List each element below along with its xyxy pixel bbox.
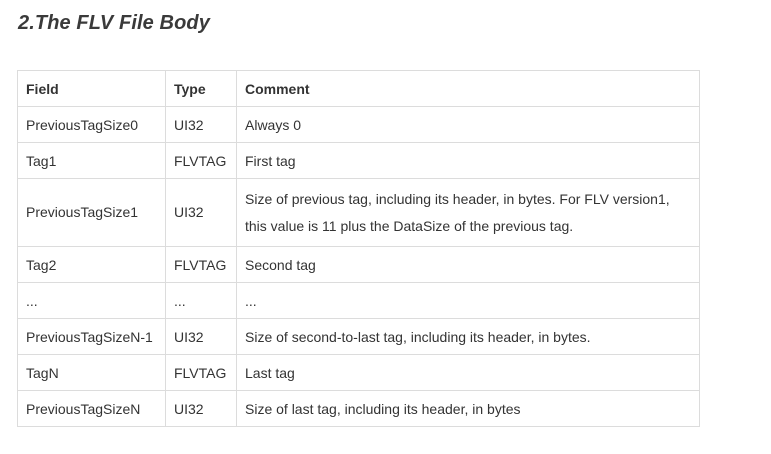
table-row: TagN FLVTAG Last tag [17, 354, 700, 391]
table-row: ... ... ... [17, 282, 700, 319]
type-cell: ... [165, 282, 237, 319]
field-cell: PreviousTagSizeN-1 [17, 318, 166, 355]
column-header-field: Field [17, 70, 166, 107]
type-cell: UI32 [165, 178, 237, 247]
comment-cell: Always 0 [236, 106, 700, 143]
comment-cell: Size of last tag, including its header, … [236, 390, 700, 427]
type-cell: FLVTAG [165, 354, 237, 391]
flv-body-table: Field Type Comment PreviousTagSize0 UI32… [17, 70, 700, 427]
table-row: PreviousTagSizeN UI32 Size of last tag, … [17, 390, 700, 427]
comment-cell: Size of second-to-last tag, including it… [236, 318, 700, 355]
comment-cell: Size of previous tag, including its head… [236, 178, 700, 247]
table-row: PreviousTagSizeN-1 UI32 Size of second-t… [17, 318, 700, 355]
comment-cell: ... [236, 282, 700, 319]
field-cell: PreviousTagSize0 [17, 106, 166, 143]
field-cell: ... [17, 282, 166, 319]
comment-cell: First tag [236, 142, 700, 179]
comment-cell: Last tag [236, 354, 700, 391]
field-cell: PreviousTagSize1 [17, 178, 166, 247]
type-cell: UI32 [165, 318, 237, 355]
table-row: Tag2 FLVTAG Second tag [17, 246, 700, 283]
section-title: 2.The FLV File Body [18, 12, 210, 34]
table-header-row: Field Type Comment [17, 70, 700, 107]
table-row: PreviousTagSize0 UI32 Always 0 [17, 106, 700, 143]
column-header-type: Type [165, 70, 237, 107]
table-row: PreviousTagSize1 UI32 Size of previous t… [17, 178, 700, 247]
comment-cell: Second tag [236, 246, 700, 283]
column-header-comment: Comment [236, 70, 700, 107]
type-cell: FLVTAG [165, 142, 237, 179]
field-cell: PreviousTagSizeN [17, 390, 166, 427]
type-cell: UI32 [165, 106, 237, 143]
type-cell: FLVTAG [165, 246, 237, 283]
type-cell: UI32 [165, 390, 237, 427]
field-cell: Tag1 [17, 142, 166, 179]
table-row: Tag1 FLVTAG First tag [17, 142, 700, 179]
field-cell: Tag2 [17, 246, 166, 283]
field-cell: TagN [17, 354, 166, 391]
